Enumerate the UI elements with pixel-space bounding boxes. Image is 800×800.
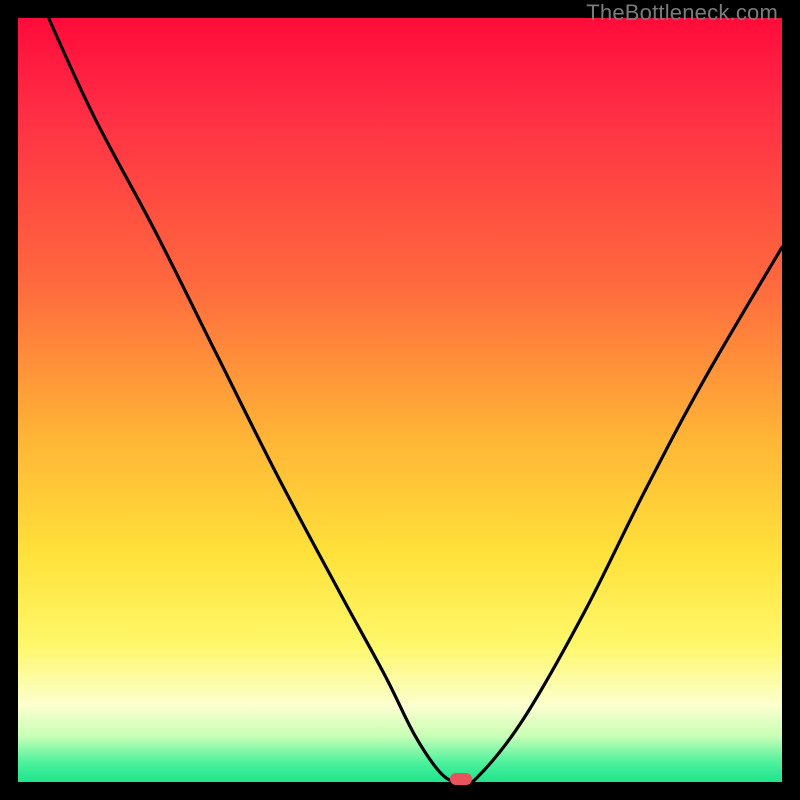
minimum-marker — [450, 773, 472, 785]
chart-frame: TheBottleneck.com — [0, 0, 800, 800]
bottleneck-curve — [18, 18, 782, 782]
